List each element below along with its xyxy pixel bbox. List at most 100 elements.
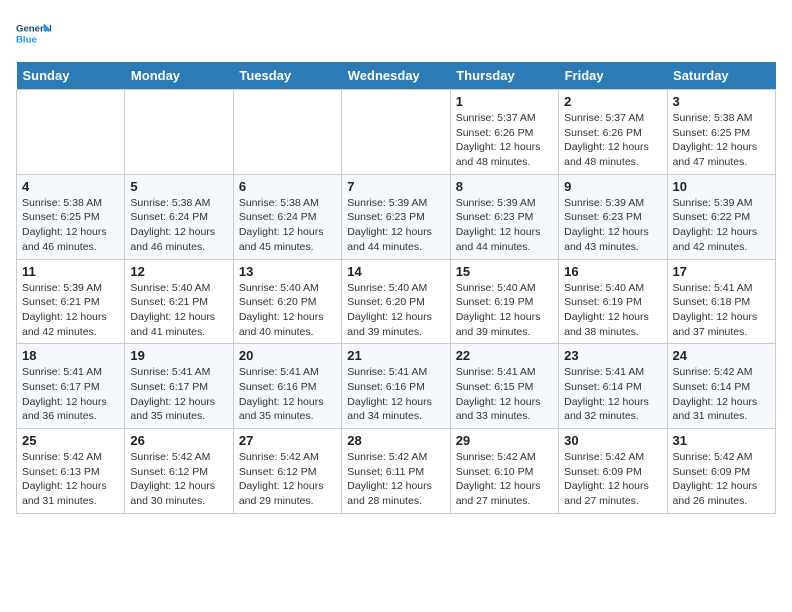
cell-info: Sunrise: 5:41 AM Sunset: 6:17 PM Dayligh…: [130, 365, 227, 424]
cell-info: Sunrise: 5:42 AM Sunset: 6:10 PM Dayligh…: [456, 450, 553, 509]
day-header-monday: Monday: [125, 62, 233, 90]
calendar-cell: 11 Sunrise: 5:39 AM Sunset: 6:21 PM Dayli…: [17, 259, 125, 344]
calendar-cell: 2 Sunrise: 5:37 AM Sunset: 6:26 PM Daylig…: [559, 90, 667, 175]
date-number: 19: [130, 348, 227, 363]
cell-info: Sunrise: 5:40 AM Sunset: 6:21 PM Dayligh…: [130, 281, 227, 340]
date-number: 7: [347, 179, 444, 194]
calendar-cell: 9 Sunrise: 5:39 AM Sunset: 6:23 PM Daylig…: [559, 174, 667, 259]
date-number: 12: [130, 264, 227, 279]
logo: GeneralBlue: [16, 16, 52, 52]
cell-info: Sunrise: 5:40 AM Sunset: 6:20 PM Dayligh…: [347, 281, 444, 340]
calendar-cell: 15 Sunrise: 5:40 AM Sunset: 6:19 PM Dayli…: [450, 259, 558, 344]
cell-info: Sunrise: 5:41 AM Sunset: 6:16 PM Dayligh…: [239, 365, 336, 424]
cell-info: Sunrise: 5:40 AM Sunset: 6:20 PM Dayligh…: [239, 281, 336, 340]
cell-info: Sunrise: 5:42 AM Sunset: 6:11 PM Dayligh…: [347, 450, 444, 509]
cell-info: Sunrise: 5:41 AM Sunset: 6:14 PM Dayligh…: [564, 365, 661, 424]
date-number: 15: [456, 264, 553, 279]
date-number: 6: [239, 179, 336, 194]
week-row-2: 11 Sunrise: 5:39 AM Sunset: 6:21 PM Dayli…: [17, 259, 776, 344]
calendar-cell: 28Sunrise: 5:42 AM Sunset: 6:11 PM Dayli…: [342, 429, 450, 514]
calendar-cell: 25 Sunrise: 5:42 AM Sunset: 6:13 PM Dayli…: [17, 429, 125, 514]
day-header-saturday: Saturday: [667, 62, 775, 90]
calendar-cell: [342, 90, 450, 175]
cell-info: Sunrise: 5:38 AM Sunset: 6:24 PM Dayligh…: [239, 196, 336, 255]
cell-info: Sunrise: 5:39 AM Sunset: 6:23 PM Dayligh…: [564, 196, 661, 255]
calendar-cell: [17, 90, 125, 175]
day-header-wednesday: Wednesday: [342, 62, 450, 90]
date-number: 23: [564, 348, 661, 363]
date-number: 30: [564, 433, 661, 448]
cell-info: Sunrise: 5:39 AM Sunset: 6:22 PM Dayligh…: [673, 196, 770, 255]
date-number: 26: [130, 433, 227, 448]
date-number: 8: [456, 179, 553, 194]
date-number: 31: [673, 433, 770, 448]
calendar-cell: [233, 90, 341, 175]
cell-info: Sunrise: 5:42 AM Sunset: 6:09 PM Dayligh…: [673, 450, 770, 509]
calendar-cell: 8Sunrise: 5:39 AM Sunset: 6:23 PM Daylig…: [450, 174, 558, 259]
cell-info: Sunrise: 5:37 AM Sunset: 6:26 PM Dayligh…: [456, 111, 553, 170]
calendar-cell: 27 Sunrise: 5:42 AM Sunset: 6:12 PM Dayli…: [233, 429, 341, 514]
cell-info: Sunrise: 5:42 AM Sunset: 6:12 PM Dayligh…: [239, 450, 336, 509]
date-number: 17: [673, 264, 770, 279]
calendar-cell: 18Sunrise: 5:41 AM Sunset: 6:17 PM Dayli…: [17, 344, 125, 429]
date-number: 9: [564, 179, 661, 194]
date-number: 2: [564, 94, 661, 109]
date-number: 3: [673, 94, 770, 109]
day-header-thursday: Thursday: [450, 62, 558, 90]
calendar-cell: 12 Sunrise: 5:40 AM Sunset: 6:21 PM Dayli…: [125, 259, 233, 344]
date-number: 25: [22, 433, 119, 448]
calendar-cell: 16 Sunrise: 5:40 AM Sunset: 6:19 PM Dayli…: [559, 259, 667, 344]
week-row-3: 18Sunrise: 5:41 AM Sunset: 6:17 PM Dayli…: [17, 344, 776, 429]
date-number: 4: [22, 179, 119, 194]
cell-info: Sunrise: 5:38 AM Sunset: 6:25 PM Dayligh…: [673, 111, 770, 170]
cell-info: Sunrise: 5:41 AM Sunset: 6:17 PM Dayligh…: [22, 365, 119, 424]
calendar-cell: 26 Sunrise: 5:42 AM Sunset: 6:12 PM Dayli…: [125, 429, 233, 514]
calendar-cell: 31 Sunrise: 5:42 AM Sunset: 6:09 PM Dayli…: [667, 429, 775, 514]
date-number: 16: [564, 264, 661, 279]
calendar-cell: 6 Sunrise: 5:38 AM Sunset: 6:24 PM Daylig…: [233, 174, 341, 259]
cell-info: Sunrise: 5:38 AM Sunset: 6:24 PM Dayligh…: [130, 196, 227, 255]
cell-info: Sunrise: 5:42 AM Sunset: 6:12 PM Dayligh…: [130, 450, 227, 509]
cell-info: Sunrise: 5:40 AM Sunset: 6:19 PM Dayligh…: [564, 281, 661, 340]
calendar-cell: 23 Sunrise: 5:41 AM Sunset: 6:14 PM Dayli…: [559, 344, 667, 429]
cell-info: Sunrise: 5:42 AM Sunset: 6:14 PM Dayligh…: [673, 365, 770, 424]
calendar-cell: 1 Sunrise: 5:37 AM Sunset: 6:26 PM Daylig…: [450, 90, 558, 175]
calendar-cell: 7 Sunrise: 5:39 AM Sunset: 6:23 PM Daylig…: [342, 174, 450, 259]
cell-info: Sunrise: 5:41 AM Sunset: 6:16 PM Dayligh…: [347, 365, 444, 424]
date-number: 29: [456, 433, 553, 448]
date-number: 13: [239, 264, 336, 279]
calendar-cell: 22Sunrise: 5:41 AM Sunset: 6:15 PM Dayli…: [450, 344, 558, 429]
week-row-0: 1 Sunrise: 5:37 AM Sunset: 6:26 PM Daylig…: [17, 90, 776, 175]
calendar-cell: 24 Sunrise: 5:42 AM Sunset: 6:14 PM Dayli…: [667, 344, 775, 429]
calendar-cell: 13 Sunrise: 5:40 AM Sunset: 6:20 PM Dayli…: [233, 259, 341, 344]
day-header-friday: Friday: [559, 62, 667, 90]
cell-info: Sunrise: 5:41 AM Sunset: 6:18 PM Dayligh…: [673, 281, 770, 340]
date-number: 21: [347, 348, 444, 363]
calendar-cell: 10Sunrise: 5:39 AM Sunset: 6:22 PM Dayli…: [667, 174, 775, 259]
calendar-cell: 19 Sunrise: 5:41 AM Sunset: 6:17 PM Dayli…: [125, 344, 233, 429]
cell-info: Sunrise: 5:42 AM Sunset: 6:09 PM Dayligh…: [564, 450, 661, 509]
calendar-cell: 30 Sunrise: 5:42 AM Sunset: 6:09 PM Dayli…: [559, 429, 667, 514]
date-number: 11: [22, 264, 119, 279]
cell-info: Sunrise: 5:39 AM Sunset: 6:21 PM Dayligh…: [22, 281, 119, 340]
date-number: 1: [456, 94, 553, 109]
day-header-tuesday: Tuesday: [233, 62, 341, 90]
cell-info: Sunrise: 5:42 AM Sunset: 6:13 PM Dayligh…: [22, 450, 119, 509]
week-row-4: 25 Sunrise: 5:42 AM Sunset: 6:13 PM Dayli…: [17, 429, 776, 514]
calendar-cell: 29 Sunrise: 5:42 AM Sunset: 6:10 PM Dayli…: [450, 429, 558, 514]
cell-info: Sunrise: 5:40 AM Sunset: 6:19 PM Dayligh…: [456, 281, 553, 340]
cell-info: Sunrise: 5:38 AM Sunset: 6:25 PM Dayligh…: [22, 196, 119, 255]
page-header: GeneralBlue: [16, 16, 776, 52]
week-row-1: 4 Sunrise: 5:38 AM Sunset: 6:25 PM Daylig…: [17, 174, 776, 259]
date-number: 27: [239, 433, 336, 448]
cell-info: Sunrise: 5:37 AM Sunset: 6:26 PM Dayligh…: [564, 111, 661, 170]
logo-icon: GeneralBlue: [16, 16, 52, 52]
calendar-cell: 20Sunrise: 5:41 AM Sunset: 6:16 PM Dayli…: [233, 344, 341, 429]
date-number: 24: [673, 348, 770, 363]
date-number: 5: [130, 179, 227, 194]
cell-info: Sunrise: 5:39 AM Sunset: 6:23 PM Dayligh…: [347, 196, 444, 255]
cell-info: Sunrise: 5:41 AM Sunset: 6:15 PM Dayligh…: [456, 365, 553, 424]
svg-text:Blue: Blue: [16, 34, 37, 45]
calendar-cell: 4 Sunrise: 5:38 AM Sunset: 6:25 PM Daylig…: [17, 174, 125, 259]
calendar-table: SundayMondayTuesdayWednesdayThursdayFrid…: [16, 62, 776, 514]
